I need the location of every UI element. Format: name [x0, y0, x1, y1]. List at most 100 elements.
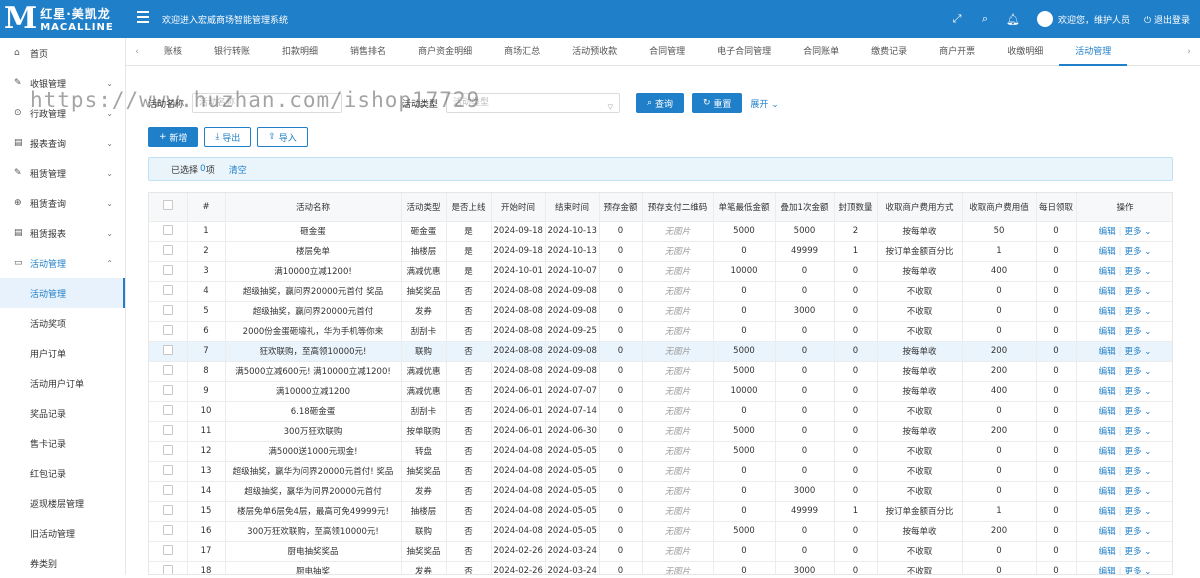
edit-link[interactable]: 编辑 [1099, 547, 1116, 557]
more-link[interactable]: 更多 ⌄ [1125, 327, 1152, 337]
edit-link[interactable]: 编辑 [1099, 287, 1116, 297]
more-link[interactable]: 更多 ⌄ [1125, 527, 1152, 537]
sidebar-subitem[interactable]: 活动用户订单 [0, 368, 125, 398]
row-checkbox[interactable] [149, 421, 188, 442]
tab[interactable]: 银行转账 [198, 38, 266, 66]
table-row[interactable]: 10 6.18砸金蛋 刮刮卡否 2024-06-01 2024-07-14 0 无图片 0 0 0… [149, 401, 1172, 422]
more-link[interactable]: 更多 ⌄ [1125, 267, 1152, 277]
edit-link[interactable]: 编辑 [1099, 567, 1116, 574]
activity-name-input[interactable]: 活动名称 [192, 93, 343, 113]
edit-link[interactable]: 编辑 [1099, 387, 1116, 397]
sidebar-subitem[interactable]: 用户订单 [0, 338, 125, 368]
more-link[interactable]: 更多 ⌄ [1125, 467, 1152, 477]
row-checkbox[interactable] [149, 281, 188, 302]
select-all-checkbox[interactable] [149, 193, 188, 222]
search-button[interactable]: ⌕ 查询 [636, 93, 684, 113]
import-button[interactable]: ⇪ 导入 [257, 127, 308, 147]
table-row[interactable]: 18 厨电抽奖 发券否 2024-02-26 2024-03-24 0 无图片 0 3000 0 不… [149, 561, 1172, 574]
search-icon[interactable]: ⌕ [971, 12, 999, 26]
tab-scroll-right-icon[interactable]: › [1178, 47, 1200, 57]
sidebar-subitem[interactable]: 活动管理 [0, 278, 125, 308]
table-row[interactable]: 6 2000份金蛋砸壕礼，华为手机等你来 刮刮卡否 2024-08-08 2024-09… [149, 321, 1172, 342]
table-row[interactable]: 3 满10000立减1200! 满减优惠是 2024-10-01 2024-10-07 0… [149, 261, 1172, 282]
more-link[interactable]: 更多 ⌄ [1125, 487, 1152, 497]
clear-selection-link[interactable]: 清空 [229, 163, 247, 176]
edit-link[interactable]: 编辑 [1099, 467, 1116, 477]
user-name[interactable]: 欢迎您，维护人员 [1058, 13, 1130, 26]
sidebar-subitem[interactable]: 售卡记录 [0, 428, 125, 458]
edit-link[interactable]: 编辑 [1099, 307, 1116, 317]
tab[interactable]: 商场汇总 [488, 38, 556, 66]
table-row[interactable]: 1 砸金蛋 砸金蛋是 2024-09-18 2024-10-13 0 无图片 5000 5000… [149, 221, 1172, 242]
bell-icon[interactable]: 🔔︎ [999, 13, 1027, 26]
reset-button[interactable]: ↻ 重置 [691, 93, 743, 113]
row-checkbox[interactable] [149, 221, 188, 242]
tab[interactable]: 账核 [148, 38, 198, 66]
table-row[interactable]: 7 狂欢联购，至高领10000元! 联购否 2024-08-08 2024-09-08 0… [149, 341, 1172, 362]
row-checkbox[interactable] [149, 521, 188, 542]
sidebar-item[interactable]: ▭ 活动管理 ⌃ [0, 248, 125, 278]
more-link[interactable]: 更多 ⌄ [1125, 247, 1152, 257]
row-checkbox[interactable] [149, 401, 188, 422]
table-row[interactable]: 17 厨电抽奖奖品 抽奖奖品否 2024-02-26 2024-03-24 0 无图片 0 0 0… [149, 541, 1172, 562]
tab[interactable]: 缴费记录 [855, 38, 923, 66]
tab[interactable]: 合同账单 [787, 38, 855, 66]
table-row[interactable]: 8 满5000立减600元! 满10000立减1200! 满减优惠否 2024-08-… [149, 361, 1172, 382]
row-checkbox[interactable] [149, 341, 188, 362]
avatar[interactable] [1036, 11, 1053, 27]
more-link[interactable]: 更多 ⌄ [1125, 507, 1152, 517]
table-row[interactable]: 12 满5000送1000元现金! 转盘否 2024-04-08 2024-05-05 0… [149, 441, 1172, 462]
logout-button[interactable]: ⏻ 退出登录 [1144, 13, 1190, 26]
edit-link[interactable]: 编辑 [1099, 407, 1116, 417]
row-checkbox[interactable] [149, 321, 188, 342]
edit-link[interactable]: 编辑 [1099, 447, 1116, 457]
row-checkbox[interactable] [149, 361, 188, 382]
tab[interactable]: 活动管理 [1059, 38, 1128, 66]
activity-type-select[interactable]: 活动类型 ▽ [446, 93, 621, 113]
more-link[interactable]: 更多 ⌄ [1125, 387, 1152, 397]
more-link[interactable]: 更多 ⌄ [1125, 427, 1152, 437]
table-row[interactable]: 2 楼层免单 抽楼层是 2024-09-18 2024-10-13 0 无图片 0 49999 1… [149, 241, 1172, 262]
menu-toggle-icon[interactable] [137, 11, 149, 23]
table-row[interactable]: 9 满10000立减1200 满减优惠否 2024-06-01 2024-07-07 0 无… [149, 381, 1172, 402]
row-checkbox[interactable] [149, 481, 188, 502]
sidebar-item[interactable]: ✎ 租赁管理 ⌄ [0, 158, 125, 188]
sidebar-subitem[interactable]: 奖品记录 [0, 398, 125, 428]
edit-link[interactable]: 编辑 [1099, 367, 1116, 377]
more-link[interactable]: 更多 ⌄ [1125, 227, 1152, 237]
edit-link[interactable]: 编辑 [1099, 267, 1116, 277]
sidebar-item[interactable]: ✎ 收银管理 ⌄ [0, 68, 125, 98]
table-row[interactable]: 4 超级抽奖，赢问界20000元首付 奖品 抽奖奖品否 2024-08-08 2024-… [149, 281, 1172, 302]
row-checkbox[interactable] [149, 381, 188, 402]
add-button[interactable]: + 新增 [148, 127, 199, 147]
tab[interactable]: 合同管理 [633, 38, 701, 66]
fullscreen-icon[interactable]: ⤢ [943, 12, 971, 26]
sidebar-subitem[interactable]: 红包记录 [0, 458, 125, 488]
sidebar-item[interactable]: ⊙ 行政管理 ⌄ [0, 98, 125, 128]
sidebar-item[interactable]: ▤ 租赁报表 ⌄ [0, 218, 125, 248]
row-checkbox[interactable] [149, 501, 188, 522]
edit-link[interactable]: 编辑 [1099, 487, 1116, 497]
expand-link[interactable]: 展开 ⌄ [750, 97, 778, 110]
sidebar-subitem[interactable]: 活动奖项 [0, 308, 125, 338]
more-link[interactable]: 更多 ⌄ [1125, 287, 1152, 297]
row-checkbox[interactable] [149, 301, 188, 322]
table-row[interactable]: 5 超级抽奖，赢问界20000元首付 发券否 2024-08-08 2024-09-08… [149, 301, 1172, 322]
row-checkbox[interactable] [149, 461, 188, 482]
more-link[interactable]: 更多 ⌄ [1125, 407, 1152, 417]
table-row[interactable]: 11 300万狂欢联购 按单联购否 2024-06-01 2024-06-30 0 无图片 5… [149, 421, 1172, 442]
table-row[interactable]: 16 300万狂欢联购，至高领10000元! 联购否 2024-04-08 2024-0… [149, 521, 1172, 542]
row-checkbox[interactable] [149, 441, 188, 462]
tab[interactable]: 商户开票 [923, 38, 991, 66]
more-link[interactable]: 更多 ⌄ [1125, 367, 1152, 377]
export-button[interactable]: ⤓ 导出 [204, 127, 252, 147]
more-link[interactable]: 更多 ⌄ [1125, 567, 1152, 574]
sidebar-item[interactable]: ⌂ 首页 [0, 38, 125, 68]
table-row[interactable]: 13 超级抽奖，赢华为问界20000元首付! 奖品 抽奖奖品否 2024-04-08 2… [149, 461, 1172, 482]
tab[interactable]: 销售排名 [334, 38, 402, 66]
edit-link[interactable]: 编辑 [1099, 327, 1116, 337]
row-checkbox[interactable] [149, 561, 188, 574]
tab[interactable]: 电子合同管理 [701, 38, 787, 66]
more-link[interactable]: 更多 ⌄ [1125, 547, 1152, 557]
sidebar-subitem[interactable]: 券类别 [0, 548, 125, 578]
